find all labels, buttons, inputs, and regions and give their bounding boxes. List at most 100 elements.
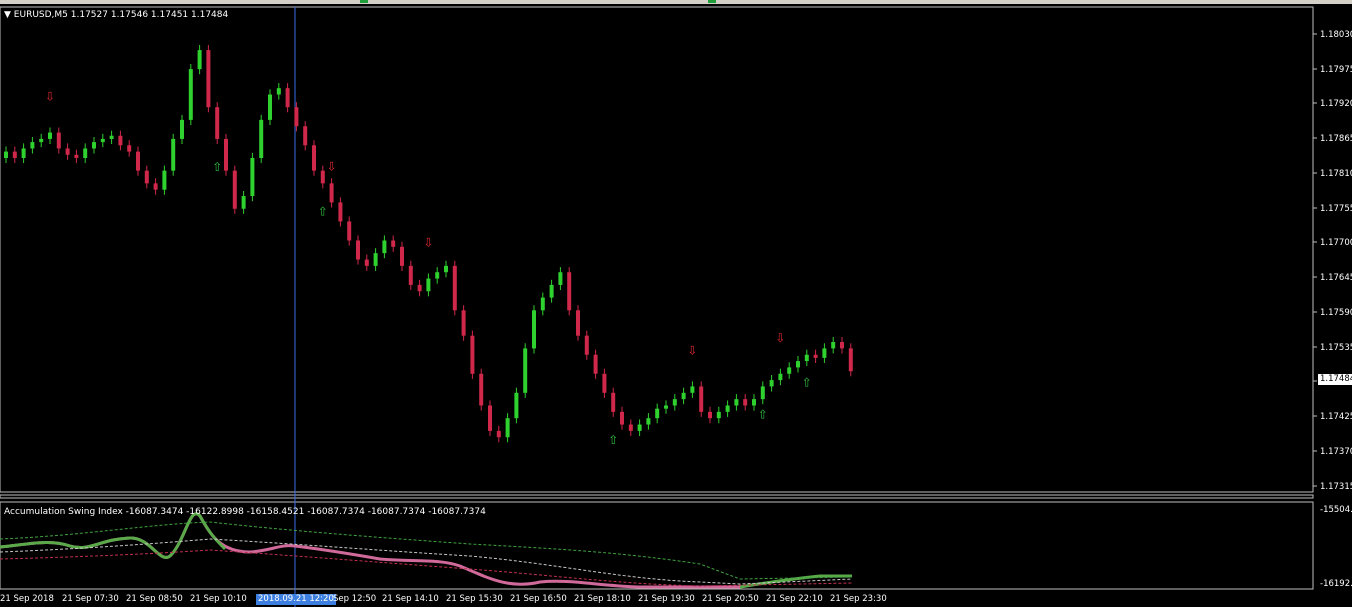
candle-body: [171, 138, 176, 171]
candle-body: [690, 386, 695, 393]
candle-body: [408, 265, 413, 285]
candle-body: [373, 253, 378, 266]
candle-body: [549, 284, 554, 298]
candle-body: [716, 411, 721, 419]
price-label: 1.17315: [1320, 482, 1352, 492]
candle-body: [567, 272, 572, 311]
price-label: 1.17810: [1320, 169, 1352, 179]
dropdown-triangle-icon[interactable]: ▼: [4, 10, 11, 20]
candle-body: [259, 119, 264, 158]
candle-body: [848, 348, 853, 372]
candle-body: [39, 138, 44, 143]
fractal-up-icon: ⇧: [802, 376, 812, 390]
fractal-down-icon: ⇩: [775, 331, 785, 345]
candle-body: [752, 399, 756, 406]
candle-body: [197, 50, 202, 70]
candle-body: [417, 284, 422, 292]
candle-body: [628, 424, 633, 431]
price-label: 1.17755: [1320, 204, 1352, 214]
candle-body: [356, 240, 360, 260]
candle-body: [144, 170, 149, 184]
price-label: 1.17370: [1320, 447, 1352, 457]
pane-separator[interactable]: [0, 494, 1314, 499]
candle-body: [611, 392, 616, 412]
time-label: 21 Sep 18:10: [574, 594, 631, 604]
price-label: 1.17865: [1320, 134, 1352, 144]
price-label: 1.17645: [1320, 273, 1352, 283]
candle-body: [426, 278, 431, 292]
fractals-group: ⇧ ⇧ ⇧ ⇧ ⇧ ⇩ ⇩ ⇩ ⇩ ⇩: [45, 90, 812, 447]
candle-body: [312, 145, 316, 171]
candle-body: [461, 310, 466, 336]
candle-body: [620, 411, 624, 425]
fractal-up-icon: ⇧: [608, 433, 618, 447]
candle-body: [224, 138, 228, 171]
candle-body: [268, 94, 272, 120]
candle-body: [831, 342, 836, 349]
candle-body: [708, 411, 712, 419]
current-price-label: 1.17484: [1318, 374, 1352, 385]
candle-body: [505, 418, 510, 438]
indicator-axis-top: -15504.2: [1320, 505, 1352, 515]
asi-lower-band: [0, 549, 853, 587]
price-axis-ticks: [1313, 33, 1317, 487]
price-label: 1.17590: [1320, 308, 1352, 318]
candle-body: [435, 272, 440, 279]
candle-body: [303, 126, 308, 146]
candle-body: [558, 272, 563, 285]
candle-body: [787, 367, 792, 374]
time-label: 21 Sep 07:30: [62, 594, 119, 604]
fractal-up-icon: ⇧: [758, 407, 768, 421]
candle-body: [83, 148, 88, 158]
candle-body: [65, 148, 70, 155]
time-label: 21 Sep 08:50: [126, 594, 183, 604]
candle-body: [523, 348, 528, 393]
time-label: 21 Sep 19:30: [638, 594, 695, 604]
time-label: Sep 12:50: [333, 594, 377, 604]
candle-body: [699, 386, 704, 412]
candle-body: [646, 418, 651, 425]
time-label: 21 Sep 22:10: [766, 594, 823, 604]
candle-body: [21, 148, 26, 158]
candle-body: [496, 430, 501, 438]
time-label: 21 Sep 15:30: [446, 594, 503, 604]
candle-body: [540, 297, 545, 311]
asi-lines: [0, 512, 853, 589]
candle-body: [206, 50, 211, 108]
candle-body: [320, 170, 325, 184]
time-label: 21 Sep 16:50: [510, 594, 567, 604]
candle-body: [822, 348, 827, 358]
time-label: 21 Sep 20:50: [702, 594, 759, 604]
candle-body: [241, 196, 246, 209]
candle-body: [180, 119, 184, 139]
candle-body: [56, 132, 61, 149]
candle-body: [576, 310, 580, 336]
candle-body: [734, 399, 739, 406]
candle-body: [725, 405, 730, 412]
symbol-header: ▼ EURUSD,M5 1.17527 1.17546 1.17451 1.17…: [4, 10, 228, 20]
price-label: 1.17425: [1320, 412, 1352, 422]
candle-body: [118, 135, 123, 146]
fractal-up-icon: ⇧: [212, 160, 222, 174]
candle-body: [444, 265, 448, 273]
candle-body: [488, 405, 492, 431]
time-label: 21 Sep 23:30: [830, 594, 887, 604]
candle-body: [127, 145, 132, 152]
price-label: 1.17975: [1320, 65, 1352, 75]
candle-body: [391, 240, 396, 247]
candle-body: [74, 154, 79, 158]
candle-body: [778, 373, 783, 381]
symbol-quote: EURUSD,M5 1.17527 1.17546 1.17451 1.1748…: [13, 10, 229, 20]
candle-body: [276, 88, 281, 95]
fractal-down-icon: ⇩: [327, 159, 337, 173]
main-chart-frame: [0, 6, 1314, 493]
price-label: 1.17920: [1320, 99, 1352, 109]
candle-body: [285, 88, 290, 108]
strip-tick: [708, 0, 716, 3]
candle-body: [100, 138, 105, 143]
fractal-down-icon: ⇩: [45, 90, 55, 104]
candle-body: [12, 151, 17, 158]
candle-body: [250, 157, 255, 197]
candle-body: [514, 392, 519, 419]
price-label: 1.17535: [1320, 343, 1352, 353]
